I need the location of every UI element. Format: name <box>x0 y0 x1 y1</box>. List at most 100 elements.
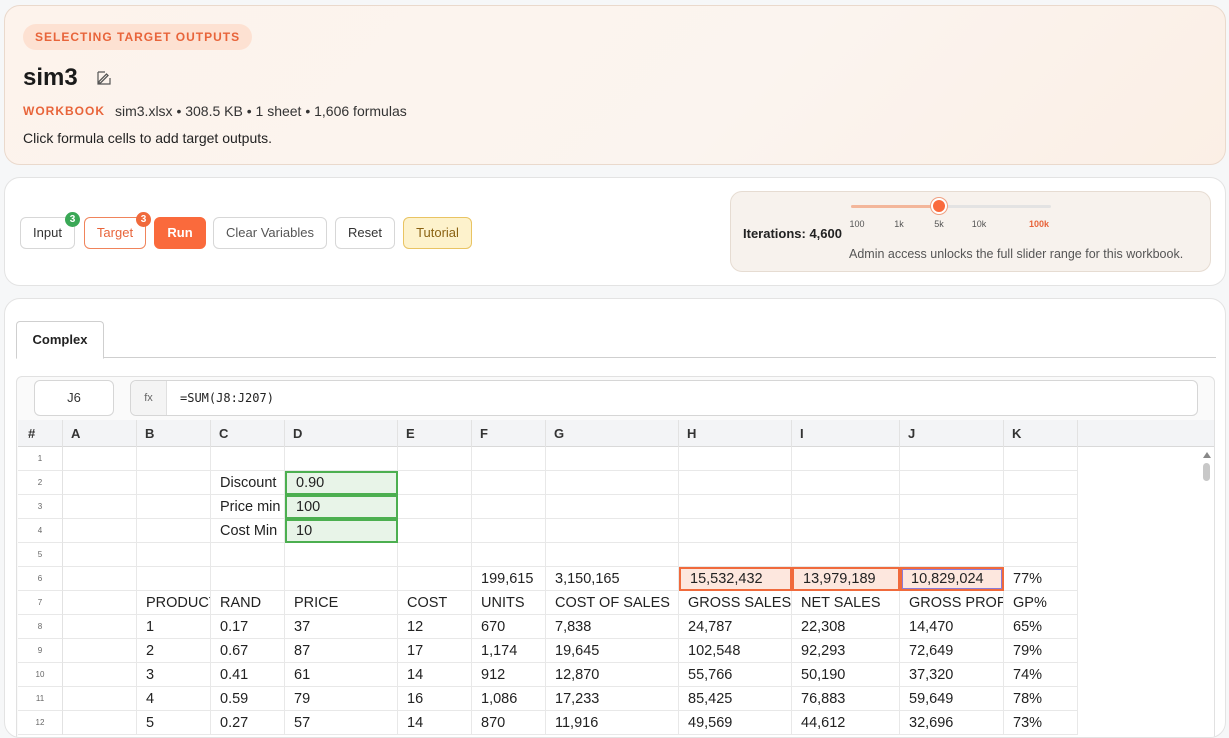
column-header-g[interactable]: G <box>546 420 679 447</box>
grid-cell[interactable]: 61 <box>285 663 398 687</box>
scroll-thumb[interactable] <box>1203 463 1210 481</box>
column-header-e[interactable]: E <box>398 420 472 447</box>
grid-cell[interactable] <box>1004 543 1078 567</box>
grid-cell[interactable] <box>472 447 546 471</box>
grid-cell[interactable] <box>472 519 546 543</box>
grid-cell[interactable] <box>546 471 679 495</box>
grid-cell[interactable]: 72,649 <box>900 639 1004 663</box>
grid-cell[interactable]: Discount <box>211 471 285 495</box>
grid-cell[interactable] <box>1004 471 1078 495</box>
grid-cell[interactable] <box>63 663 137 687</box>
column-header-b[interactable]: B <box>137 420 211 447</box>
grid-cell[interactable]: 14,470 <box>900 615 1004 639</box>
grid-cell[interactable]: COST <box>398 591 472 615</box>
grid-cell[interactable]: 670 <box>472 615 546 639</box>
reset-button[interactable]: Reset <box>335 217 395 249</box>
grid-cell[interactable] <box>546 519 679 543</box>
grid-cell[interactable]: 3,150,165 <box>546 567 679 591</box>
column-header-i[interactable]: I <box>792 420 900 447</box>
grid-cell[interactable]: GROSS SALES <box>679 591 792 615</box>
grid-cell[interactable]: 92,293 <box>792 639 900 663</box>
grid-cell[interactable] <box>900 471 1004 495</box>
grid-cell[interactable] <box>63 471 137 495</box>
grid-cell[interactable]: 1 <box>137 615 211 639</box>
grid-cell[interactable] <box>472 471 546 495</box>
grid-cell[interactable]: 74% <box>1004 663 1078 687</box>
column-header-c[interactable]: C <box>211 420 285 447</box>
grid-cell[interactable] <box>792 471 900 495</box>
grid-cell[interactable]: 79% <box>1004 639 1078 663</box>
tutorial-button[interactable]: Tutorial <box>403 217 472 249</box>
grid-cell[interactable]: 57 <box>285 711 398 735</box>
input-cell[interactable]: 0.90 <box>285 471 398 495</box>
grid-cell[interactable] <box>900 495 1004 519</box>
grid-cell[interactable] <box>1004 495 1078 519</box>
grid-cell[interactable] <box>792 543 900 567</box>
grid-cell[interactable] <box>398 543 472 567</box>
grid-cell[interactable]: 0.17 <box>211 615 285 639</box>
grid-cell[interactable] <box>472 495 546 519</box>
grid-cell[interactable]: 912 <box>472 663 546 687</box>
grid-cell[interactable] <box>546 447 679 471</box>
grid-cell[interactable]: 102,548 <box>679 639 792 663</box>
input-cell[interactable]: 10 <box>285 519 398 543</box>
grid-cell[interactable] <box>398 447 472 471</box>
grid-cell[interactable]: 37,320 <box>900 663 1004 687</box>
grid-cell[interactable] <box>137 471 211 495</box>
input-cell[interactable]: 100 <box>285 495 398 519</box>
grid-cell[interactable] <box>679 471 792 495</box>
grid-cell[interactable] <box>398 567 472 591</box>
grid-cell[interactable] <box>792 519 900 543</box>
grid-cell[interactable]: GP% <box>1004 591 1078 615</box>
grid-cell[interactable]: 22,308 <box>792 615 900 639</box>
target-button[interactable]: Target 3 <box>84 212 151 249</box>
grid-cell[interactable] <box>63 495 137 519</box>
tab-complex[interactable]: Complex <box>16 321 104 359</box>
grid-cell[interactable]: 12 <box>398 615 472 639</box>
grid-cell[interactable] <box>679 447 792 471</box>
grid-cell[interactable] <box>900 519 1004 543</box>
grid-cell[interactable]: 199,615 <box>472 567 546 591</box>
grid-cell[interactable] <box>1004 447 1078 471</box>
grid-cell[interactable] <box>792 447 900 471</box>
grid-cell[interactable]: 37 <box>285 615 398 639</box>
edit-icon[interactable] <box>96 70 112 86</box>
grid-cell[interactable] <box>211 447 285 471</box>
grid-cell[interactable]: 0.41 <box>211 663 285 687</box>
column-header-k[interactable]: K <box>1004 420 1078 447</box>
grid-cell[interactable]: 14 <box>398 663 472 687</box>
grid-cell[interactable]: 12,870 <box>546 663 679 687</box>
grid-cell[interactable] <box>900 447 1004 471</box>
grid-cell[interactable]: 1,174 <box>472 639 546 663</box>
grid-cell[interactable] <box>679 543 792 567</box>
grid-cell[interactable] <box>398 495 472 519</box>
column-header-f[interactable]: F <box>472 420 546 447</box>
grid-cell[interactable]: 76,883 <box>792 687 900 711</box>
grid-cell[interactable] <box>63 519 137 543</box>
grid-cell[interactable]: GROSS PROFIT <box>900 591 1004 615</box>
grid-cell[interactable] <box>137 495 211 519</box>
grid-cell[interactable] <box>63 591 137 615</box>
grid-cell[interactable]: 870 <box>472 711 546 735</box>
formula-text[interactable]: =SUM(J8:J207) <box>180 381 274 415</box>
grid-cell[interactable]: UNITS <box>472 591 546 615</box>
grid-cell[interactable]: 17 <box>398 639 472 663</box>
scroll-up-icon[interactable] <box>1203 452 1211 458</box>
grid-cell[interactable] <box>137 519 211 543</box>
grid-cell[interactable] <box>137 567 211 591</box>
iterations-slider[interactable] <box>851 198 1051 214</box>
grid-cell[interactable] <box>285 567 398 591</box>
grid-cell[interactable] <box>211 567 285 591</box>
grid-cell[interactable]: COST OF SALES <box>546 591 679 615</box>
target-cell[interactable]: 15,532,432 <box>679 567 792 591</box>
clear-variables-button[interactable]: Clear Variables <box>213 217 327 249</box>
column-header-a[interactable]: A <box>63 420 137 447</box>
column-header-d[interactable]: D <box>285 420 398 447</box>
target-cell[interactable]: 10,829,024 <box>900 567 1004 591</box>
grid-cell[interactable] <box>63 615 137 639</box>
grid-cell[interactable] <box>63 447 137 471</box>
grid-cell[interactable]: 0.67 <box>211 639 285 663</box>
grid-cell[interactable] <box>285 543 398 567</box>
grid-cell[interactable] <box>398 519 472 543</box>
vertical-scrollbar[interactable] <box>1201 447 1213 737</box>
